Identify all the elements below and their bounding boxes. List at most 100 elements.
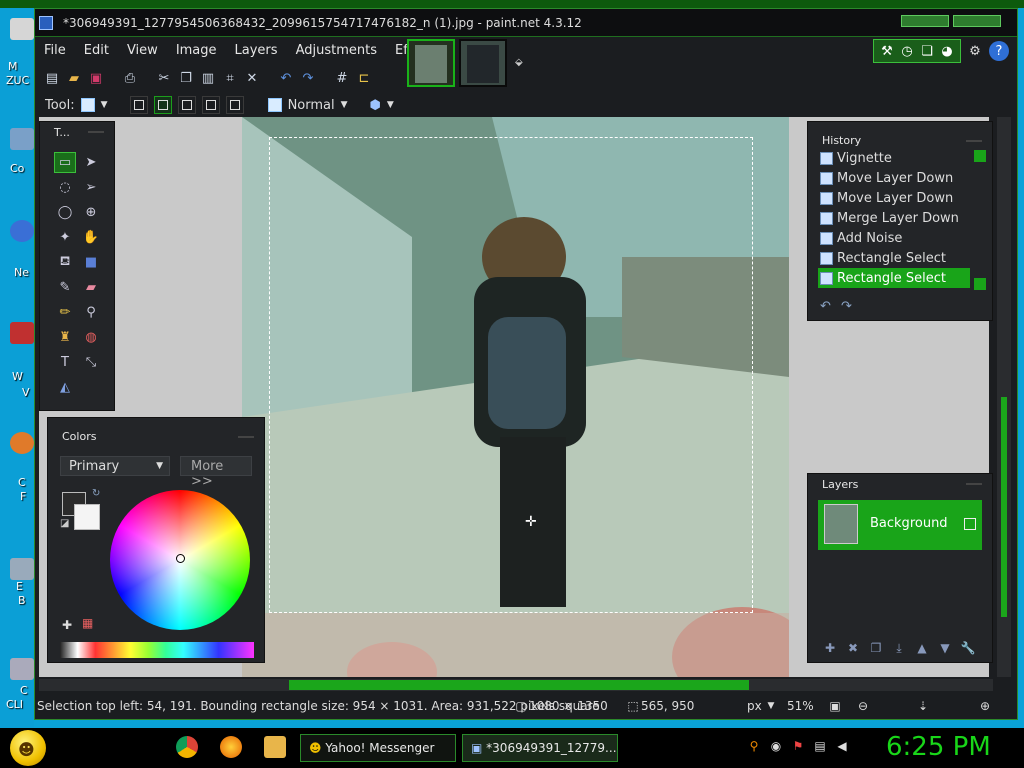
history-item[interactable]: Vignette bbox=[818, 148, 970, 168]
menu-edit[interactable]: Edit bbox=[75, 39, 118, 63]
crop-icon[interactable]: ⌗ bbox=[221, 69, 239, 87]
cut-icon[interactable]: ✂ bbox=[155, 69, 173, 87]
clock[interactable]: 6:25 PM bbox=[886, 732, 991, 762]
blend-mode-value[interactable]: Normal bbox=[288, 98, 335, 113]
paste-icon[interactable]: ▥ bbox=[199, 69, 217, 87]
paintbrush-tool-icon[interactable]: ✎ bbox=[54, 277, 76, 298]
panel-grip[interactable] bbox=[966, 483, 982, 485]
horizontal-scrollbar[interactable] bbox=[39, 679, 993, 691]
open-folder-icon[interactable]: ▰ bbox=[65, 69, 83, 87]
reset-colors-icon[interactable]: ◪ bbox=[60, 518, 69, 529]
palette-menu-icon[interactable]: ▦ bbox=[82, 616, 93, 630]
layer-visibility-checkbox[interactable] bbox=[964, 518, 976, 530]
zoom-tool-icon[interactable]: ⊕ bbox=[80, 202, 102, 223]
recolor-tool-icon[interactable]: ◍ bbox=[80, 327, 102, 348]
current-tool-icon[interactable] bbox=[80, 98, 95, 112]
history-window-icon[interactable]: ◷ bbox=[898, 42, 916, 60]
menu-image[interactable]: Image bbox=[167, 39, 226, 63]
add-palette-icon[interactable]: ✚ bbox=[62, 618, 72, 632]
add-layer-icon[interactable]: ✚ bbox=[822, 640, 838, 656]
layer-properties-icon[interactable]: 🔧 bbox=[960, 640, 976, 656]
firefox-icon[interactable] bbox=[220, 736, 242, 758]
taskbar-yahoo-messenger[interactable]: ☻ Yahoo! Messenger bbox=[300, 734, 456, 762]
unit-select[interactable]: px bbox=[747, 699, 762, 713]
history-item[interactable]: Add Noise bbox=[818, 228, 970, 248]
print-icon[interactable]: ⎙ bbox=[121, 69, 139, 87]
selection-mode-invert[interactable] bbox=[225, 96, 244, 114]
lasso-select-tool-icon[interactable]: ◌ bbox=[54, 177, 76, 198]
eraser-tool-icon[interactable]: ▰ bbox=[80, 277, 102, 298]
history-scrollbar[interactable] bbox=[974, 150, 986, 290]
panel-grip[interactable] bbox=[88, 131, 104, 133]
selection-mode-replace[interactable] bbox=[129, 96, 148, 114]
image-thumbnail[interactable] bbox=[459, 39, 507, 87]
duplicate-layer-icon[interactable]: ❐ bbox=[868, 640, 884, 656]
redo-icon[interactable]: ↷ bbox=[841, 299, 852, 314]
file-explorer-icon[interactable] bbox=[264, 736, 286, 758]
save-icon[interactable]: ▣ bbox=[87, 69, 105, 87]
color-picker-tool-icon[interactable]: ⚲ bbox=[80, 302, 102, 323]
history-item[interactable]: Move Layer Down bbox=[818, 168, 970, 188]
merge-layer-down-icon[interactable]: ⤓ bbox=[891, 640, 907, 656]
move-layer-down-icon[interactable]: ▼ bbox=[937, 640, 953, 656]
tools-window-icon[interactable]: ⚒ bbox=[878, 42, 896, 60]
move-layer-up-icon[interactable]: ▲ bbox=[914, 640, 930, 656]
thumbnail-list-icon[interactable]: ⬙ bbox=[515, 57, 523, 68]
paint-bucket-tool-icon[interactable]: ⛾ bbox=[54, 252, 76, 273]
scroll-down-icon[interactable] bbox=[974, 278, 986, 290]
copy-icon[interactable]: ❐ bbox=[177, 69, 195, 87]
zoom-in-icon[interactable]: ⊕ bbox=[977, 698, 993, 714]
network-icon[interactable]: ▤ bbox=[812, 738, 828, 754]
layer-row[interactable]: Background bbox=[818, 500, 982, 550]
pencil-tool-icon[interactable]: ✏ bbox=[54, 302, 76, 323]
undo-icon[interactable]: ↶ bbox=[820, 299, 831, 314]
selection-mode-intersect[interactable] bbox=[201, 96, 220, 114]
color-palette[interactable] bbox=[60, 642, 254, 658]
chevron-down-icon[interactable]: ▼ bbox=[763, 698, 779, 714]
tray-app-icon[interactable]: ◉ bbox=[768, 738, 784, 754]
history-item[interactable]: Rectangle Select bbox=[818, 248, 970, 268]
zoom-to-window-icon[interactable]: ▣ bbox=[827, 698, 843, 714]
panel-grip[interactable] bbox=[238, 436, 254, 438]
menu-adjustments[interactable]: Adjustments bbox=[287, 39, 386, 63]
colors-window-icon[interactable]: ◕ bbox=[938, 42, 956, 60]
help-icon[interactable]: ? bbox=[989, 41, 1009, 61]
image-thumbnail-active[interactable] bbox=[407, 39, 455, 87]
title-bar[interactable]: *306949391_1277954506368432_209961575471… bbox=[35, 9, 1017, 37]
scroll-up-icon[interactable] bbox=[974, 150, 986, 162]
chevron-down-icon[interactable]: ▼ bbox=[101, 100, 108, 110]
deselect-icon[interactable]: ✕ bbox=[243, 69, 261, 87]
selection-mode-union[interactable] bbox=[153, 96, 172, 114]
secondary-color-swatch[interactable] bbox=[74, 504, 100, 530]
pan-tool-icon[interactable]: ✋ bbox=[80, 227, 102, 248]
magic-wand-tool-icon[interactable]: ✦ bbox=[54, 227, 76, 248]
move-selected-tool-icon[interactable]: ➤ bbox=[80, 152, 102, 173]
selection-mode-exclude[interactable] bbox=[177, 96, 196, 114]
history-item[interactable]: Move Layer Down bbox=[818, 188, 970, 208]
chrome-icon[interactable] bbox=[176, 736, 198, 758]
desktop-icon-1[interactable] bbox=[10, 18, 34, 40]
more-colors-button[interactable]: More >> bbox=[180, 456, 252, 489]
primary-secondary-select[interactable]: Primary ▼ bbox=[60, 456, 170, 476]
text-tool-icon[interactable]: T bbox=[54, 352, 76, 373]
gradient-tool-icon[interactable]: ■ bbox=[80, 252, 102, 273]
color-wheel-marker[interactable] bbox=[176, 554, 185, 563]
desktop-icon-5[interactable] bbox=[10, 432, 34, 454]
shapes-tool-icon[interactable]: ◭ bbox=[54, 377, 76, 398]
zoom-level[interactable]: 51% bbox=[787, 699, 814, 713]
vertical-scroll-thumb[interactable] bbox=[1001, 397, 1007, 617]
line-curve-tool-icon[interactable]: ⤡ bbox=[80, 352, 102, 373]
volume-icon[interactable]: ◀ bbox=[834, 738, 850, 754]
history-item[interactable]: Merge Layer Down bbox=[818, 208, 970, 228]
antialias-icon[interactable]: ⬢ bbox=[370, 98, 381, 113]
desktop-icon-3[interactable] bbox=[10, 220, 34, 242]
desktop-icon-2[interactable] bbox=[10, 128, 34, 150]
maximize-button[interactable] bbox=[953, 15, 1001, 27]
clone-stamp-tool-icon[interactable]: ♜ bbox=[54, 327, 76, 348]
rectangle-select-tool-icon[interactable]: ▭ bbox=[54, 152, 76, 173]
desktop-icon-4[interactable] bbox=[10, 322, 34, 344]
horizontal-scroll-thumb[interactable] bbox=[289, 680, 749, 690]
minimize-button[interactable] bbox=[901, 15, 949, 27]
swap-colors-icon[interactable]: ↻ bbox=[92, 488, 100, 499]
menu-view[interactable]: View bbox=[118, 39, 167, 63]
